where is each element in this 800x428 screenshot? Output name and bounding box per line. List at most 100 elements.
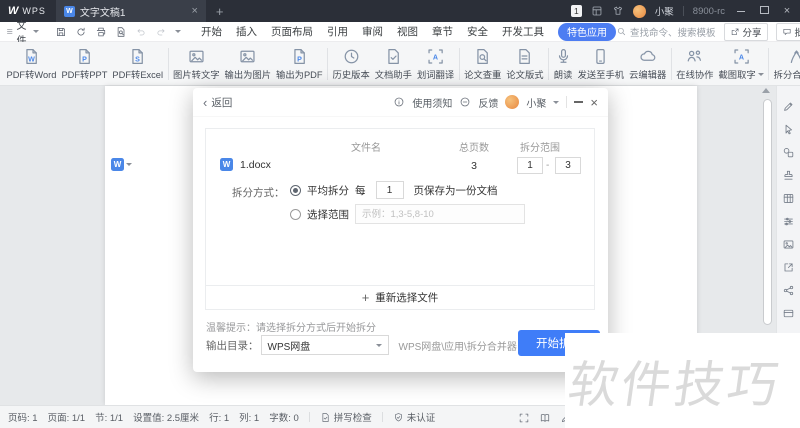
tab-special-features[interactable]: 特色应用 bbox=[558, 22, 616, 41]
command-search[interactable]: 查找命令、搜索模板 bbox=[616, 25, 716, 39]
comment-button[interactable]: 批注 bbox=[775, 22, 800, 41]
share-button[interactable]: 分享 bbox=[723, 22, 768, 41]
info-icon[interactable] bbox=[393, 96, 405, 108]
new-tab-button[interactable]: + bbox=[206, 4, 234, 19]
ribbon-item-image-to-text[interactable]: 图片转文字 bbox=[171, 45, 223, 83]
ribbon-item-paper-format[interactable]: 论文版式 bbox=[504, 45, 546, 83]
tab-home[interactable]: 开始 bbox=[201, 24, 222, 39]
redo-icon[interactable] bbox=[155, 26, 167, 38]
ribbon-item-screenshot-ocr[interactable]: A 截图取字 bbox=[716, 45, 766, 83]
cursor-icon[interactable] bbox=[782, 123, 795, 136]
usage-notice-link[interactable]: 使用须知 bbox=[412, 95, 452, 110]
tab-dev-tools[interactable]: 开发工具 bbox=[502, 24, 544, 39]
document-tab[interactable]: W 文字文稿1 × bbox=[55, 0, 206, 22]
select-range-option[interactable]: 选择范围 bbox=[290, 204, 525, 224]
ribbon-item-export-as-pdf[interactable]: P 输出为PDF bbox=[274, 45, 326, 83]
ribbon-item-export-as-image[interactable]: 输出为图片 bbox=[222, 45, 274, 83]
range-start-input[interactable] bbox=[517, 157, 543, 174]
radio-selected-icon[interactable] bbox=[290, 184, 301, 196]
quick-toolbar-more-icon[interactable] bbox=[175, 30, 181, 33]
restore-button[interactable] bbox=[757, 0, 771, 22]
output-dir-select[interactable]: WPS网盘 bbox=[260, 335, 389, 355]
pages-suffix-label: 页保存为一份文档 bbox=[413, 184, 498, 197]
status-section: 节: 1/1 bbox=[95, 413, 124, 424]
ribbon-item-cloud-editor[interactable]: 云编辑器 bbox=[627, 45, 669, 83]
tab-references[interactable]: 引用 bbox=[327, 24, 348, 39]
window-count-badge[interactable]: 1 bbox=[571, 5, 582, 17]
table-icon[interactable] bbox=[782, 192, 795, 205]
relation-icon[interactable] bbox=[782, 284, 795, 297]
back-button[interactable]: ‹ 返回 bbox=[203, 95, 232, 110]
ribbon-item-pdf-to-excel[interactable]: S PDF转Excel bbox=[110, 45, 166, 83]
ribbon-item-doc-assistant[interactable]: 文档助手 bbox=[372, 45, 414, 83]
spellcheck-label: 拼写检查 bbox=[333, 413, 372, 424]
print-preview-icon[interactable] bbox=[115, 26, 127, 38]
image-icon[interactable] bbox=[782, 238, 795, 251]
edit-pen-icon[interactable] bbox=[782, 100, 795, 113]
cert-status[interactable]: 未认证 bbox=[393, 410, 435, 424]
ribbon-item-pdf-to-ppt[interactable]: P PDF转PPT bbox=[59, 45, 110, 83]
avatar[interactable] bbox=[632, 4, 646, 18]
floating-quick-tool[interactable]: W bbox=[111, 158, 132, 171]
status-word-count[interactable]: 字数: 0 bbox=[269, 410, 299, 424]
spellcheck-icon bbox=[320, 412, 331, 423]
save-icon[interactable] bbox=[55, 26, 67, 38]
docer-template-icon[interactable] bbox=[591, 5, 603, 17]
dialog-username[interactable]: 小聚 bbox=[526, 95, 546, 110]
sync-icon[interactable] bbox=[75, 26, 87, 38]
ribbon-item-word-translate[interactable]: A 划词翻译 bbox=[414, 45, 456, 83]
scroll-up-arrow-icon[interactable] bbox=[762, 88, 770, 93]
pages-per-doc-input[interactable] bbox=[375, 181, 404, 199]
stamp-icon[interactable] bbox=[782, 169, 795, 182]
paper-check-icon bbox=[473, 47, 492, 66]
ribbon-item-read-aloud[interactable]: 朗读 bbox=[551, 45, 575, 83]
ribbon-item-split-merge[interactable]: 拆分合并器 bbox=[771, 45, 800, 83]
ribbon-item-pdf-to-word[interactable]: W PDF转Word bbox=[4, 45, 59, 83]
svg-text:W: W bbox=[28, 55, 35, 63]
export-icon[interactable] bbox=[782, 261, 795, 274]
range-end-input[interactable] bbox=[555, 157, 581, 174]
tab-section[interactable]: 章节 bbox=[432, 24, 453, 39]
tab-page-layout[interactable]: 页面布局 bbox=[271, 24, 313, 39]
minimize-button[interactable] bbox=[734, 0, 748, 22]
reselect-files-button[interactable]: + 重新选择文件 bbox=[206, 285, 594, 309]
tab-close-icon[interactable]: × bbox=[191, 5, 197, 17]
pdf-to-word-icon: W bbox=[22, 47, 41, 66]
range-spec-input[interactable] bbox=[355, 204, 525, 224]
share-label: 分享 bbox=[742, 27, 762, 39]
feedback-icon[interactable] bbox=[459, 96, 471, 108]
feedback-link[interactable]: 反馈 bbox=[478, 95, 498, 110]
undo-icon[interactable] bbox=[135, 26, 147, 38]
shapes-icon[interactable] bbox=[782, 146, 795, 159]
tab-review[interactable]: 审阅 bbox=[362, 24, 383, 39]
card-icon[interactable] bbox=[782, 307, 795, 320]
print-icon[interactable] bbox=[95, 26, 107, 38]
read-layout-icon[interactable] bbox=[539, 412, 551, 424]
ribbon-item-send-to-phone[interactable]: 发送至手机 bbox=[575, 45, 627, 83]
tab-insert[interactable]: 插入 bbox=[236, 24, 257, 39]
titlebar-right: 1 小聚 8900-rc × bbox=[571, 0, 800, 22]
ribbon-item-history-versions[interactable]: 历史版本 bbox=[330, 45, 372, 83]
ribbon-item-online-collab[interactable]: 在线协作 bbox=[674, 45, 716, 83]
close-button[interactable]: × bbox=[780, 0, 794, 22]
username-label[interactable]: 小聚 bbox=[655, 4, 674, 18]
restore-icon bbox=[759, 6, 769, 14]
dialog-minimize-button[interactable] bbox=[574, 101, 584, 103]
skin-icon[interactable] bbox=[612, 5, 624, 17]
spellcheck-toggle[interactable]: 拼写检查 bbox=[320, 410, 372, 424]
sliders-icon[interactable] bbox=[782, 215, 795, 228]
fullscreen-icon[interactable] bbox=[518, 412, 530, 424]
tab-security[interactable]: 安全 bbox=[467, 24, 488, 39]
column-header-filename: 文件名 bbox=[351, 143, 381, 154]
vertical-scrollbar-thumb[interactable] bbox=[763, 99, 772, 325]
ribbon-item-paper-check[interactable]: 论文查重 bbox=[462, 45, 504, 83]
paper-format-icon bbox=[515, 47, 534, 66]
chevron-left-icon: ‹ bbox=[203, 94, 208, 110]
radio-unselected-icon[interactable] bbox=[290, 208, 301, 220]
dialog-close-button[interactable]: × bbox=[590, 96, 598, 109]
average-split-option[interactable]: 平均拆分 每 页保存为一份文档 bbox=[290, 180, 498, 200]
svg-text:A: A bbox=[433, 53, 438, 61]
screenshot-ocr-icon: A bbox=[732, 47, 751, 66]
tab-view[interactable]: 视图 bbox=[397, 24, 418, 39]
avatar[interactable] bbox=[505, 95, 520, 109]
